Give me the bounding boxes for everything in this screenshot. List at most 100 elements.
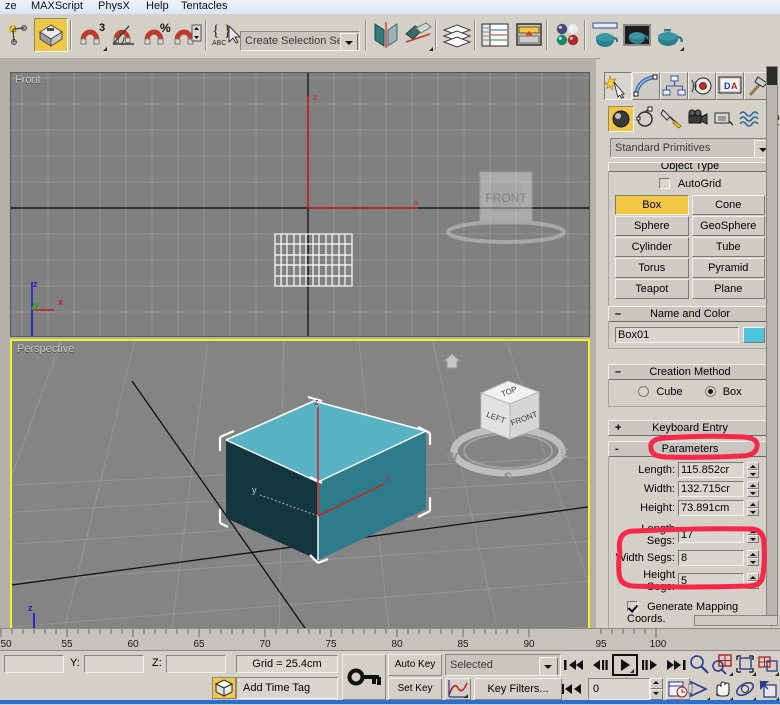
selection-set-combo[interactable]: Create Selection Set [240, 31, 360, 51]
play-animation-button[interactable] [612, 654, 638, 676]
selection-level-combo[interactable]: Selected [445, 654, 561, 676]
menu-item-tentacles[interactable]: Tentacles [178, 0, 230, 14]
chevron-down-icon[interactable] [340, 33, 358, 50]
lights-subtab[interactable] [660, 106, 686, 132]
geometry-subtab[interactable] [608, 106, 634, 132]
percent-snap-icon[interactable]: % [139, 18, 173, 52]
next-frame-button[interactable] [638, 654, 664, 676]
sphere-button[interactable]: Sphere [615, 216, 689, 236]
previous-frame-button[interactable] [586, 654, 612, 676]
width-segs-input[interactable]: 8 [678, 550, 744, 566]
maximize-viewport-toggle-icon[interactable] [757, 678, 780, 702]
length-segs-input[interactable]: 17 [678, 527, 744, 543]
spacewarps-subtab[interactable] [738, 106, 764, 132]
height-segs-input[interactable]: 5 [678, 573, 744, 589]
goto-start-button[interactable] [560, 654, 586, 676]
chevron-down-icon-selection[interactable] [539, 657, 558, 675]
snap-3d-icon[interactable]: 3 [75, 18, 109, 52]
mirror-icon[interactable] [369, 18, 403, 52]
auto-key-button[interactable]: Auto Key [388, 654, 442, 676]
menu-item-help[interactable]: Help [143, 0, 172, 14]
snap-cube-icon[interactable] [212, 677, 236, 699]
width-input[interactable]: 132.715cr [678, 481, 744, 497]
orbit-icon[interactable] [734, 678, 758, 702]
current-frame-spinner[interactable] [650, 678, 663, 700]
goto-frame-icon[interactable] [560, 678, 586, 700]
material-editor-icon[interactable] [550, 18, 584, 52]
cylinder-button[interactable]: Cylinder [615, 237, 689, 257]
goto-end-button[interactable] [664, 654, 690, 676]
tube-button[interactable]: Tube [691, 237, 765, 257]
layer-manager-icon[interactable] [440, 18, 474, 52]
length-spinner[interactable] [747, 462, 759, 478]
menu-item-physx[interactable]: PhysX [95, 0, 133, 14]
creation-method-header[interactable]: – Creation Method [608, 364, 772, 380]
front-viewport[interactable]: FRONT z x y z x Front [10, 72, 590, 337]
box-button[interactable]: Box [615, 195, 689, 215]
current-frame-input[interactable]: 0 [588, 678, 650, 700]
zoom-extents-icon[interactable] [734, 653, 758, 677]
select-and-link-icon[interactable] [2, 18, 36, 52]
plane-button[interactable]: Plane [691, 279, 765, 299]
box-radio[interactable] [704, 386, 716, 397]
menu-item-ze[interactable]: ze [2, 0, 20, 14]
keyboard-entry-header[interactable]: + Keyboard Entry [608, 420, 772, 436]
schematic-view-icon[interactable] [512, 18, 546, 52]
keyboard-entry-toggle[interactable]: + [615, 421, 621, 435]
height-segs-spinner[interactable] [747, 573, 759, 589]
object-name-input[interactable]: Box01 [615, 327, 739, 343]
hierarchy-tab[interactable] [660, 72, 688, 100]
width-segs-spinner[interactable] [747, 550, 759, 566]
cube-radio-row[interactable]: Cube [638, 386, 683, 398]
menu-item-maxscript[interactable]: MAXScript [28, 0, 86, 14]
height-spinner[interactable] [747, 500, 759, 516]
curve-editor-icon[interactable] [478, 18, 512, 52]
set-key-button[interactable]: Set Key [388, 678, 442, 700]
render-production-icon[interactable] [652, 18, 686, 52]
time-ruler-continuation[interactable]: 95 100 [595, 615, 780, 651]
command-panel-scrollbar-thumb[interactable] [767, 67, 777, 85]
creation-method-toggle[interactable]: – [615, 365, 621, 379]
field-of-view-icon[interactable] [687, 678, 712, 702]
object-type-rollout-header[interactable]: Object Type [608, 162, 772, 172]
zoom-icon[interactable] [688, 653, 712, 677]
spinner-snap-icon[interactable] [171, 18, 205, 52]
create-tab[interactable] [603, 72, 632, 100]
parameters-header[interactable]: - Parameters [608, 441, 772, 457]
length-segs-spinner[interactable] [747, 527, 759, 543]
primitive-category-combo[interactable]: Standard Primitives [610, 138, 774, 158]
length-input[interactable]: 115.852cr [678, 462, 744, 478]
name-and-color-toggle[interactable]: – [615, 307, 621, 321]
box-radio-row[interactable]: Box [704, 386, 742, 398]
time-configuration-icon[interactable] [666, 678, 690, 700]
coord-z-input[interactable] [166, 655, 226, 673]
command-panel-scrollbar[interactable] [766, 66, 778, 622]
teapot-button[interactable]: Teapot [615, 279, 689, 299]
add-time-tag-button[interactable]: Add Time Tag [236, 677, 338, 699]
width-spinner[interactable] [747, 481, 759, 497]
torus-button[interactable]: Torus [615, 258, 689, 278]
coord-x-input[interactable] [4, 655, 64, 673]
helpers-subtab[interactable] [712, 106, 738, 132]
coord-y-input[interactable] [84, 655, 144, 673]
time-ruler[interactable]: 50 55 60 65 70 75 80 85 90 [0, 628, 596, 651]
geosphere-button[interactable]: GeoSphere [691, 216, 765, 236]
parameters-toggle[interactable]: - [615, 442, 619, 456]
cone-button[interactable]: Cone [691, 195, 765, 215]
motion-tab[interactable] [688, 72, 716, 100]
curve-editor-small-icon[interactable] [445, 678, 471, 700]
modify-tab[interactable] [632, 72, 660, 100]
render-setup-icon[interactable] [588, 18, 622, 52]
cameras-subtab[interactable] [686, 106, 712, 132]
name-and-color-header[interactable]: – Name and Color [608, 306, 772, 322]
pyramid-button[interactable]: Pyramid [691, 258, 765, 278]
named-selection-sets-icon[interactable]: { } ABC [209, 18, 243, 52]
angle-snap-icon[interactable] [107, 18, 141, 52]
align-icon[interactable] [401, 18, 435, 52]
height-input[interactable]: 73.891cm [678, 500, 744, 516]
object-color-swatch[interactable] [743, 327, 765, 343]
zoom-extents-all-icon[interactable] [757, 653, 780, 677]
key-mode-toggle-button[interactable] [342, 654, 386, 700]
key-filters-button[interactable]: Key Filters... [474, 678, 562, 700]
generate-mapping-coords-checkbox[interactable] [627, 601, 638, 612]
